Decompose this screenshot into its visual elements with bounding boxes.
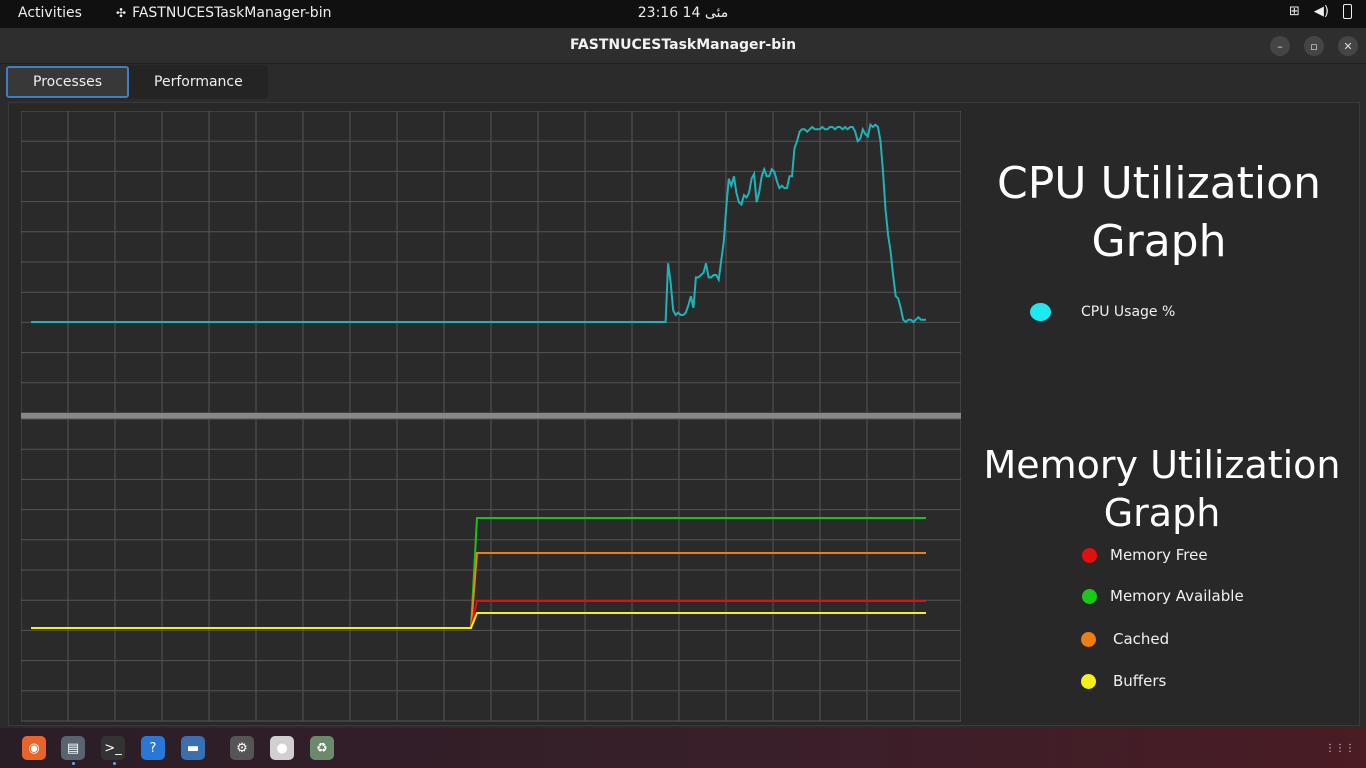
cpu-legend-label: CPU Usage % (1081, 304, 1176, 320)
maximize-button[interactable]: ▫ (1304, 36, 1324, 56)
memory-legend-available: Memory Available (1082, 587, 1244, 605)
firefox-icon[interactable]: ◉ (22, 736, 46, 760)
terminal-icon[interactable]: >_ (101, 736, 125, 760)
memory-graph-title-line1: Memory Utilization (983, 443, 1341, 487)
running-indicator (72, 762, 75, 765)
graph-separator (21, 413, 961, 419)
memory-graph-title-line2: Graph (1103, 491, 1221, 535)
help-icon[interactable]: ? (141, 736, 165, 760)
minimize-icon: – (1277, 39, 1283, 53)
performance-panel: CPU Utilization Graph CPU Usage % Memory… (8, 102, 1360, 726)
cached-label: Cached (1113, 630, 1170, 648)
dock: ◉ ▤ >_? ▬ ⚙ ● ♻ ⋮⋮⋮ (0, 728, 1366, 768)
battery-icon (1343, 4, 1352, 19)
memory-free-label: Memory Free (1110, 546, 1208, 564)
cached-swatch (1081, 631, 1096, 647)
cpu-legend-item: CPU Usage % (1030, 303, 1175, 321)
memory-legend-free: Memory Free (1082, 546, 1208, 564)
tab-performance[interactable]: Performance (129, 66, 268, 98)
settings-icon[interactable]: ⚙ (230, 736, 254, 760)
running-indicator (113, 762, 116, 765)
files-icon[interactable]: ▤ (61, 736, 85, 760)
memory-graph-title: Memory Utilization Graph (977, 441, 1347, 537)
restore-icon: ▫ (1310, 39, 1318, 53)
buffers-swatch (1081, 673, 1096, 689)
memory-legend-buffers: Buffers (1081, 672, 1166, 690)
top-bar: Activities ✣ FASTNUCESTaskManager-bin 23… (0, 0, 1366, 28)
cpu-legend-swatch (1030, 303, 1051, 321)
memory-available-label: Memory Available (1110, 587, 1244, 605)
cpu-graph-title-line2: Graph (1091, 216, 1227, 267)
close-icon: ✕ (1343, 39, 1353, 53)
title-bar[interactable]: FASTNUCESTaskManager-bin – ▫ ✕ (0, 28, 1366, 64)
graphs-area (21, 111, 961, 722)
disc-icon[interactable]: ● (270, 736, 294, 760)
cpu-graph-title: CPU Utilization Graph (984, 155, 1334, 271)
window-title: FASTNUCESTaskManager-bin (569, 37, 797, 53)
minimize-button[interactable]: – (1270, 36, 1290, 56)
volume-icon: ◀) (1313, 4, 1329, 19)
tab-bar: Processes Performance (6, 65, 268, 99)
trash-icon[interactable]: ♻ (310, 736, 334, 760)
show-applications-icon[interactable]: ⋮⋮⋮ (1325, 736, 1355, 760)
memory-legend-cached: Cached (1081, 630, 1169, 648)
cpu-graph-title-line1: CPU Utilization (997, 158, 1321, 209)
app-window: FASTNUCESTaskManager-bin – ▫ ✕ Processes… (0, 28, 1366, 728)
image-viewer-icon[interactable]: ▬ (181, 736, 205, 760)
memory-available-swatch (1082, 588, 1097, 604)
system-tray[interactable]: ⊞ ◀) (1289, 4, 1352, 19)
close-button[interactable]: ✕ (1338, 36, 1358, 56)
memory-free-swatch (1082, 547, 1097, 563)
buffers-label: Buffers (1113, 672, 1167, 690)
clock[interactable]: 23:16 14 مئى (0, 5, 1366, 21)
network-icon: ⊞ (1289, 4, 1300, 19)
tab-processes[interactable]: Processes (6, 66, 130, 98)
